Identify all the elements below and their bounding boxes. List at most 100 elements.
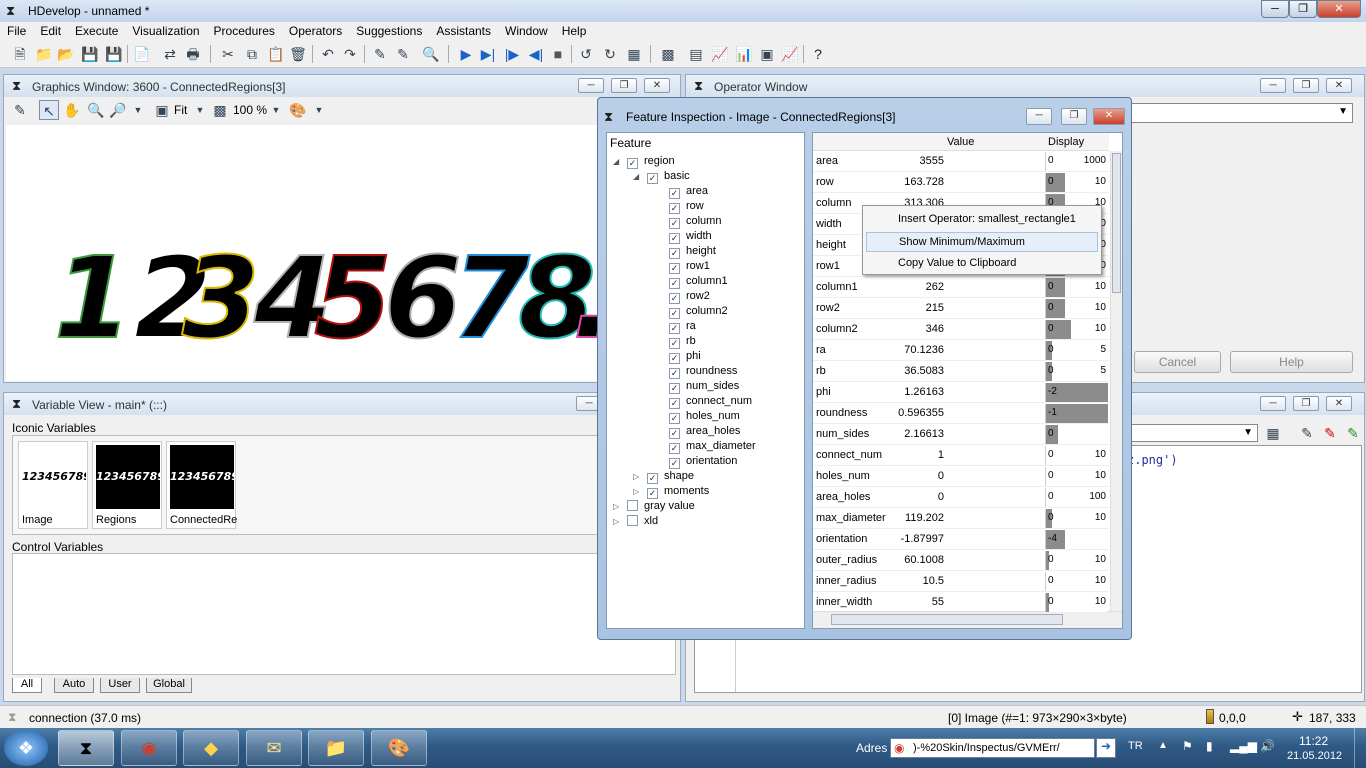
tree-node-feature[interactable]: ✓ phi xyxy=(669,350,701,365)
line-profile-icon[interactable]: 📊 xyxy=(734,44,754,64)
tree-node-gray-value[interactable]: ▷ gray value xyxy=(613,500,695,515)
step-out-icon[interactable]: ◀| xyxy=(526,44,546,64)
table-row[interactable]: phi 1.26163 -2 xyxy=(813,382,1109,403)
expand-arrow-icon[interactable]: ▷ xyxy=(613,502,627,511)
save-all-icon[interactable]: 💾 xyxy=(104,44,124,64)
tab-all[interactable]: All xyxy=(12,678,42,693)
run-icon[interactable]: ▶ xyxy=(456,44,476,64)
gray-histogram-icon[interactable]: ▤ xyxy=(686,44,706,64)
feature-checkbox[interactable]: ✓ xyxy=(669,248,680,259)
feature-checkbox[interactable] xyxy=(627,515,638,526)
color-icon[interactable]: 🎨 xyxy=(288,100,308,120)
program-minimize-button[interactable]: ─ xyxy=(1260,396,1286,411)
feature-checkbox[interactable]: ✓ xyxy=(669,368,680,379)
tree-node-feature[interactable]: ✓ area xyxy=(669,185,708,200)
feature-checkbox[interactable]: ✓ xyxy=(669,443,680,454)
feature-checkbox[interactable]: ✓ xyxy=(669,233,680,244)
operator-close-button[interactable]: ✕ xyxy=(1326,78,1352,93)
variable-window-icon[interactable]: ▦ xyxy=(624,44,644,64)
fit-label[interactable]: Fit xyxy=(174,103,187,117)
table-row[interactable]: max_diameter 119.202 0 10 xyxy=(813,508,1109,529)
table-row[interactable]: column2 346 0 10 xyxy=(813,319,1109,340)
table-row[interactable]: column1 262 0 10 xyxy=(813,277,1109,298)
procedure-dropdown[interactable]: ▼ xyxy=(1131,424,1258,442)
table-row[interactable]: row 163.728 0 10 xyxy=(813,172,1109,193)
operator-dropdown[interactable]: ▼ xyxy=(1131,103,1353,123)
collapse-arrow-icon[interactable]: ◢ xyxy=(633,172,647,181)
feature-checkbox[interactable]: ✓ xyxy=(627,158,638,169)
start-button[interactable]: ❖ xyxy=(4,730,48,766)
export-icon[interactable]: 📄 xyxy=(132,44,152,64)
fi-restore-button[interactable]: ❐ xyxy=(1061,108,1087,125)
go-arrow-icon[interactable]: ➜ xyxy=(1096,738,1116,758)
taskbar-outlook-icon[interactable]: ✉ xyxy=(246,730,302,766)
step-into-icon[interactable]: |▶ xyxy=(502,44,522,64)
menu-execute[interactable]: Execute xyxy=(68,22,125,38)
menu-file[interactable]: File xyxy=(0,22,33,38)
clock-date[interactable]: 21.05.2012 xyxy=(1287,750,1342,762)
feature-checkbox[interactable]: ✓ xyxy=(647,473,658,484)
tree-node-shape[interactable]: ▷ ✓ shape xyxy=(633,470,694,485)
context-menu-item[interactable]: Copy Value to Clipboard xyxy=(866,254,1098,274)
step-over-icon[interactable]: ▶| xyxy=(478,44,498,64)
operator-restore-button[interactable]: ❐ xyxy=(1293,78,1319,93)
iconic-variable-item[interactable]: 123456789 Regions xyxy=(92,441,162,529)
table-row[interactable]: row2 215 0 10 xyxy=(813,298,1109,319)
language-indicator[interactable]: TR xyxy=(1128,740,1143,752)
table-row[interactable]: num_sides 2.16613 0 xyxy=(813,424,1109,445)
program-close-button[interactable]: ✕ xyxy=(1326,396,1352,411)
feature-checkbox[interactable]: ✓ xyxy=(669,203,680,214)
tree-node-feature[interactable]: ✓ connect_num xyxy=(669,395,752,410)
pointer-icon[interactable]: ↖ xyxy=(39,100,59,120)
table-row[interactable]: ra 70.1236 0 5 xyxy=(813,340,1109,361)
tree-node-feature[interactable]: ✓ column1 xyxy=(669,275,728,290)
menu-visualization[interactable]: Visualization xyxy=(125,22,206,38)
menu-window[interactable]: Window xyxy=(498,22,555,38)
context-menu-item[interactable]: Show Minimum/Maximum xyxy=(866,232,1098,252)
tree-node-feature[interactable]: ✓ max_diameter xyxy=(669,440,756,455)
graphics-restore-button[interactable]: ❐ xyxy=(611,78,637,93)
help-button[interactable]: Help xyxy=(1230,351,1353,373)
tree-node-feature[interactable]: ✓ roundness xyxy=(669,365,737,380)
tree-node-xld[interactable]: ▷ xld xyxy=(613,515,658,530)
chevron-down-icon[interactable]: ▼ xyxy=(266,100,286,120)
taskbar-explorer-icon[interactable]: 📁 xyxy=(308,730,364,766)
feature-checkbox[interactable]: ✓ xyxy=(669,458,680,469)
feature-checkbox[interactable]: ✓ xyxy=(669,353,680,364)
tab-user[interactable]: User xyxy=(100,678,140,693)
edit-icon[interactable]: ✎ xyxy=(10,100,30,120)
feature-histogram-icon[interactable]: 📈 xyxy=(710,44,730,64)
iconic-variable-item[interactable]: 123456789 Image xyxy=(18,441,88,529)
tree-node-feature[interactable]: ✓ row1 xyxy=(669,260,710,275)
cancel-button[interactable]: Cancel xyxy=(1134,351,1221,373)
redo-icon[interactable]: ↷ xyxy=(340,44,360,64)
tab-auto[interactable]: Auto xyxy=(54,678,94,693)
paste-icon[interactable]: 📋 xyxy=(266,44,286,64)
tree-node-feature[interactable]: ✓ area_holes xyxy=(669,425,740,440)
context-menu-item[interactable]: Insert Operator: smallest_rectangle1 xyxy=(866,210,1098,230)
expand-arrow-icon[interactable]: ▷ xyxy=(613,517,627,526)
table-row[interactable]: rb 36.5083 0 5 xyxy=(813,361,1109,382)
table-row[interactable]: orientation -1.87997 -4 xyxy=(813,529,1109,550)
import-icon[interactable]: ⇄ xyxy=(160,44,180,64)
taskbar-chrome-icon[interactable]: ◉ xyxy=(121,730,177,766)
table-row[interactable]: inner_radius 10.5 0 10 xyxy=(813,571,1109,592)
graphics-close-button[interactable]: ✕ xyxy=(644,78,670,93)
feature-checkbox[interactable] xyxy=(627,500,638,511)
collapse-arrow-icon[interactable]: ◢ xyxy=(613,157,627,166)
action-center-icon[interactable]: ⚑ xyxy=(1182,739,1193,753)
open-program-icon[interactable]: 📂 xyxy=(56,44,76,64)
table-row[interactable]: area_holes 0 0 100 xyxy=(813,487,1109,508)
tab-global[interactable]: Global xyxy=(146,678,192,693)
feature-checkbox[interactable]: ✓ xyxy=(669,383,680,394)
fi-minimize-button[interactable]: ─ xyxy=(1026,108,1052,125)
feature-checkbox[interactable]: ✓ xyxy=(669,338,680,349)
feature-checkbox[interactable]: ✓ xyxy=(669,413,680,424)
scrollbar-thumb[interactable] xyxy=(831,614,1063,625)
feature-checkbox[interactable]: ✓ xyxy=(669,263,680,274)
graphics-canvas[interactable]: 12345678. xyxy=(6,125,678,381)
chevron-down-icon[interactable]: ▼ xyxy=(309,100,329,120)
delete-icon[interactable]: 🗑 xyxy=(288,44,308,64)
tree-node-feature[interactable]: ✓ width xyxy=(669,230,712,245)
feature-inspection-icon[interactable]: 📈 xyxy=(780,44,800,64)
